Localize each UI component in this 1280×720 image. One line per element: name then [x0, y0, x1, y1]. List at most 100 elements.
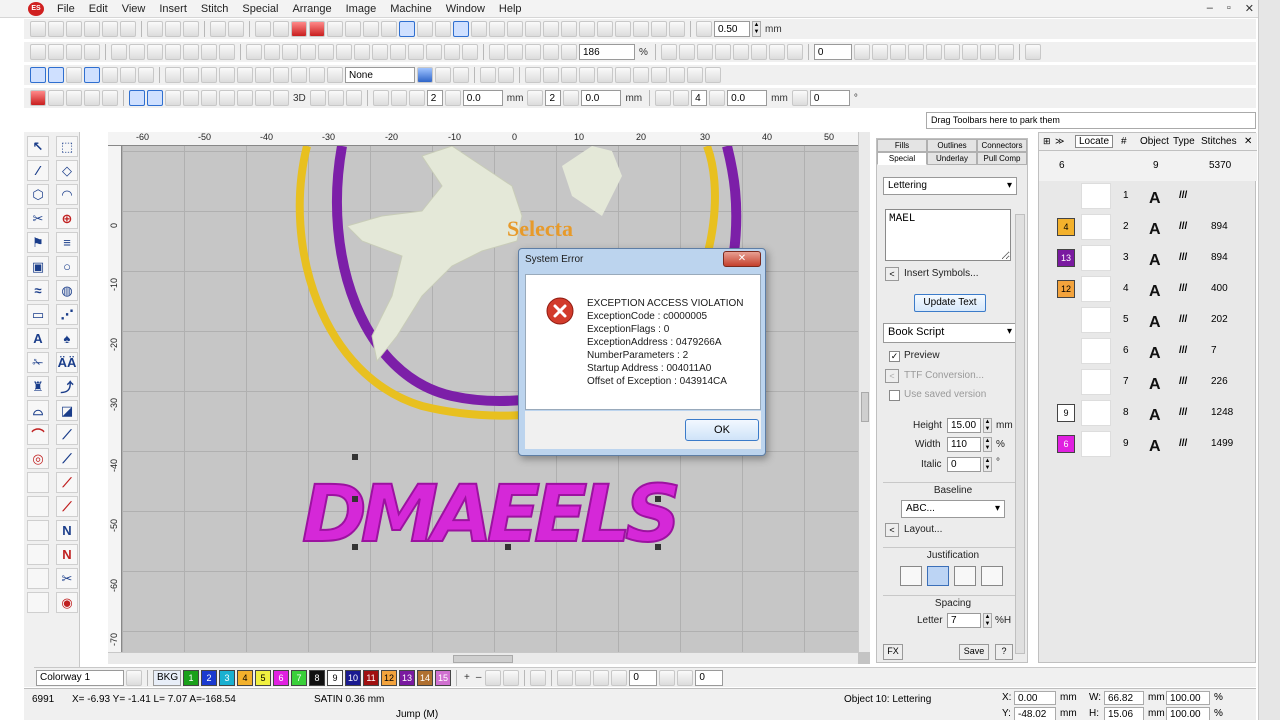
selection-handle[interactable]: [655, 496, 661, 502]
selection-handle[interactable]: [352, 544, 358, 550]
globe-tool-icon[interactable]: ◍: [56, 280, 78, 301]
distribute-icon[interactable]: [84, 44, 100, 60]
layout-label[interactable]: Layout...: [904, 524, 942, 535]
rotate-angle-input[interactable]: [813, 44, 852, 60]
show-3d-icon[interactable]: [633, 21, 649, 37]
rotate-angle-icon[interactable]: [611, 669, 628, 686]
rotate-tool-3-icon[interactable]: [889, 44, 906, 60]
scissors-icon[interactable]: ✂: [56, 568, 78, 589]
menu-file[interactable]: File: [50, 3, 82, 15]
insert-symbols-arrow[interactable]: <: [885, 267, 899, 281]
cut-icon[interactable]: [147, 21, 163, 37]
show-grid-icon[interactable]: [453, 21, 469, 37]
stitch-edit-7-icon[interactable]: [768, 44, 785, 60]
x-position-input[interactable]: [1014, 691, 1056, 705]
tool-blank-7-icon[interactable]: [27, 568, 49, 589]
stitch-player-icon[interactable]: [255, 21, 271, 37]
height-input[interactable]: [1104, 707, 1144, 720]
arrange-5-icon[interactable]: [527, 90, 544, 106]
align-icon[interactable]: [66, 44, 82, 60]
select-type-icon[interactable]: [138, 67, 154, 83]
photo-stitch-icon[interactable]: ◪: [56, 400, 78, 421]
select-object-icon[interactable]: [84, 67, 100, 83]
save-icon[interactable]: [66, 21, 82, 37]
effect-7-icon[interactable]: [237, 90, 253, 106]
mirror-icon[interactable]: [557, 669, 574, 686]
field-g-input[interactable]: [809, 90, 850, 106]
stitch-line-icon[interactable]: ⟋: [56, 472, 78, 493]
effect-2-icon[interactable]: [147, 90, 163, 106]
paste-icon[interactable]: [183, 21, 199, 37]
satin-tool-icon[interactable]: ≈: [27, 280, 49, 301]
distribute-h-icon[interactable]: [633, 67, 649, 83]
rotate-tool-6-icon[interactable]: [943, 44, 960, 60]
tab-pull-comp[interactable]: Pull Comp: [977, 152, 1027, 165]
effect-10-icon[interactable]: [309, 90, 326, 106]
align-right-icon[interactable]: [561, 67, 577, 83]
field-d-input[interactable]: [581, 90, 622, 106]
expand-icon[interactable]: ⊞: [1043, 136, 1051, 147]
ttf-conversion-arrow[interactable]: <: [885, 369, 899, 383]
font-select[interactable]: Book Script: [883, 323, 1017, 343]
trueview-icon[interactable]: [399, 21, 415, 37]
collapse-icon[interactable]: ≫: [1055, 136, 1064, 147]
italic-spinner[interactable]: ▲ ▼: [983, 457, 992, 472]
object-list-row[interactable]: 6 A /// 7: [1039, 336, 1257, 366]
justify-right-icon[interactable]: [954, 566, 976, 586]
height-percent-input[interactable]: [1166, 707, 1210, 720]
field-f-input[interactable]: [727, 90, 768, 106]
dialog-close-button[interactable]: ✕: [723, 251, 761, 267]
effect-3-icon[interactable]: [165, 90, 181, 106]
color-chip[interactable]: 10: [345, 669, 361, 686]
outline-icon[interactable]: [327, 21, 343, 37]
skew-angle-icon[interactable]: [677, 669, 694, 686]
color-chip[interactable]: 6: [273, 669, 289, 686]
column-tool-icon[interactable]: ≡: [56, 232, 78, 253]
thread-icon[interactable]: [503, 669, 520, 686]
align-bottom-icon[interactable]: [615, 67, 631, 83]
satin-stitch-icon[interactable]: [30, 90, 46, 106]
move-icon[interactable]: [655, 90, 672, 106]
rotate-tool-5-icon[interactable]: [925, 44, 942, 60]
color-swatch[interactable]: 4: [1057, 218, 1075, 236]
same-width-icon[interactable]: [687, 67, 703, 83]
show-background-icon[interactable]: [651, 21, 667, 37]
menu-image[interactable]: Image: [339, 3, 384, 15]
reshape-8-icon[interactable]: [390, 44, 406, 60]
print-preview-icon[interactable]: [102, 21, 118, 37]
tool-blank-3-icon[interactable]: [27, 472, 49, 493]
effect-8-icon[interactable]: [255, 90, 271, 106]
height-input[interactable]: [947, 418, 981, 433]
shape-tool-icon[interactable]: ⬡: [27, 184, 49, 205]
arrange-8-icon[interactable]: [709, 90, 726, 106]
y-position-input[interactable]: [1014, 707, 1056, 720]
3d-effect-button[interactable]: 3D: [291, 93, 308, 104]
object-list-row[interactable]: 12 4 A /// 400: [1039, 274, 1257, 304]
arrange-2-icon[interactable]: [390, 90, 407, 106]
open-file-icon[interactable]: [48, 21, 64, 37]
add-color-icon[interactable]: +: [462, 672, 472, 683]
object-type-select[interactable]: Lettering: [883, 177, 1017, 195]
select-color-icon[interactable]: [120, 67, 136, 83]
polygon-select-icon[interactable]: [66, 67, 82, 83]
color-chip[interactable]: 9: [327, 669, 343, 686]
show-hoop-icon[interactable]: [471, 21, 487, 37]
color-picker-icon[interactable]: [417, 67, 433, 83]
preview-checkbox[interactable]: ✓: [889, 351, 900, 362]
color-chip[interactable]: 13: [399, 669, 415, 686]
color-chip[interactable]: 12: [381, 669, 397, 686]
layout-tool-icon[interactable]: [201, 67, 217, 83]
field-c-input[interactable]: [545, 90, 562, 106]
lock-icon[interactable]: [480, 67, 496, 83]
effect-12-icon[interactable]: [345, 90, 362, 106]
show-needle-icon[interactable]: [543, 21, 559, 37]
color-chip[interactable]: 2: [201, 669, 217, 686]
copy-icon[interactable]: [165, 21, 181, 37]
menu-view[interactable]: View: [115, 3, 153, 15]
tool-blank-8-icon[interactable]: [27, 592, 49, 613]
zoom-1-1-icon[interactable]: [561, 44, 577, 60]
rotate-tool-icon[interactable]: [853, 44, 870, 60]
color-swatch[interactable]: 6: [1057, 435, 1075, 453]
tool-blank-6-icon[interactable]: [27, 544, 49, 565]
tab-outlines[interactable]: Outlines: [927, 139, 977, 152]
